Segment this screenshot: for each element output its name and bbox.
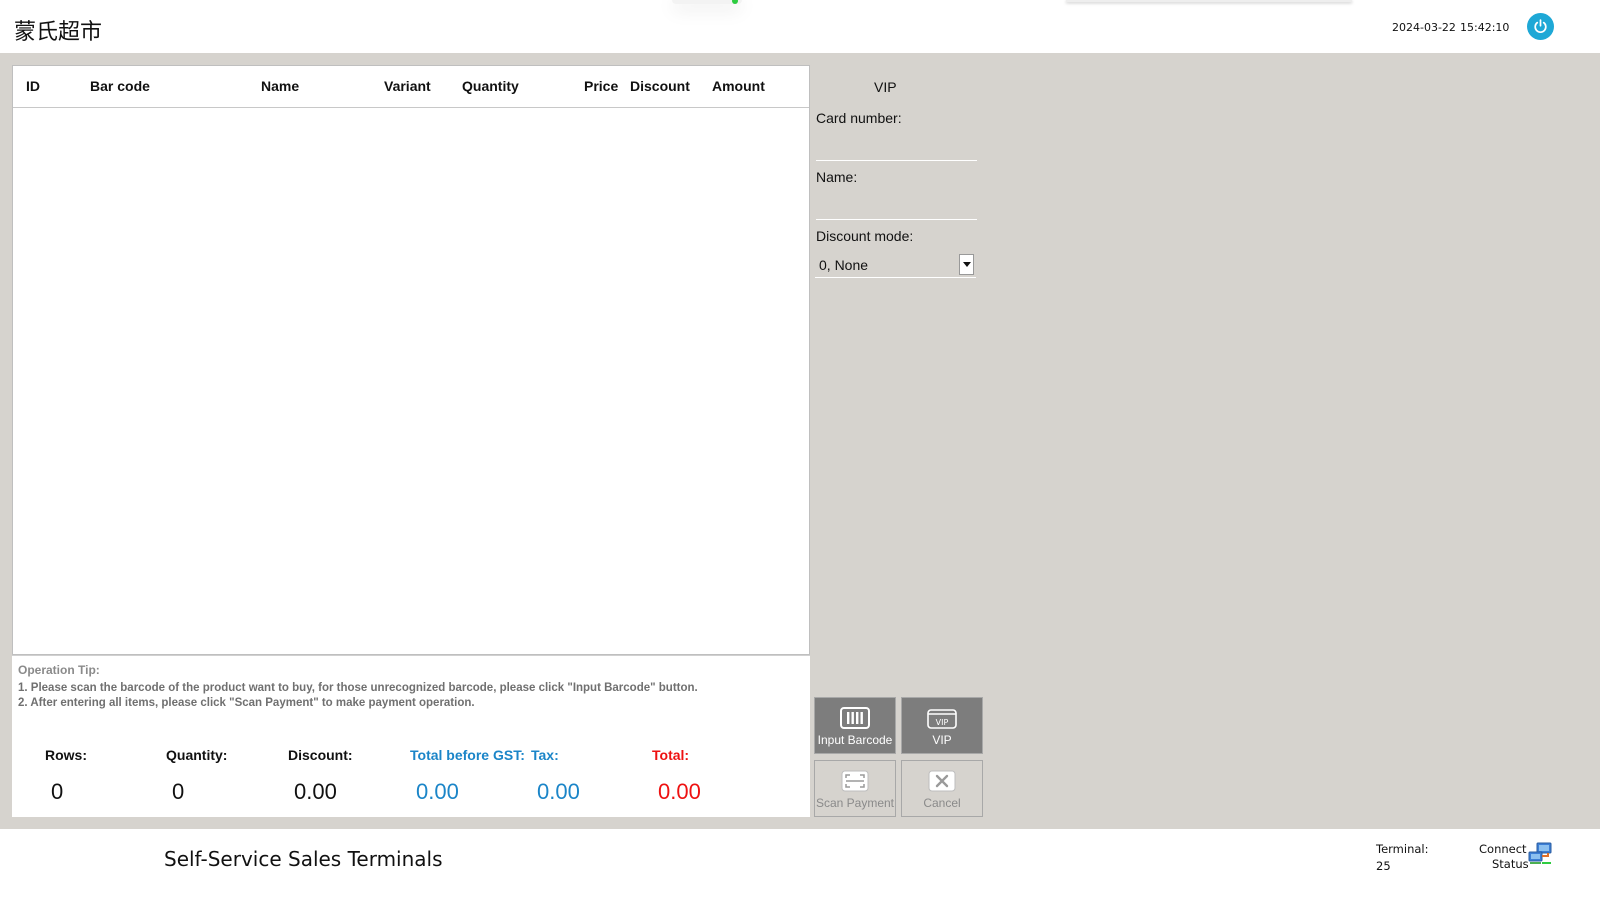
header-bar: 蒙氏超市 2024-03-22 15:42:10 [0, 0, 1600, 53]
total-value: 0.00 [658, 779, 701, 804]
discount-mode-value: 0, None [819, 257, 869, 273]
quantity-value: 0 [172, 779, 185, 804]
cancel-button[interactable]: Cancel [901, 760, 983, 817]
vip-button[interactable]: VIP VIP [901, 697, 983, 754]
total-before-gst-label: Total before GST: [410, 747, 525, 763]
connect-label: Connect [1479, 842, 1527, 856]
vip-name-field[interactable] [816, 219, 977, 220]
terminal-label: Terminal: [1376, 842, 1429, 856]
column-price[interactable]: Price [584, 78, 618, 94]
input-barcode-label: Input Barcode [817, 733, 893, 747]
card-number-label: Card number: [816, 110, 902, 126]
column-name[interactable]: Name [261, 78, 299, 94]
discount-mode-select[interactable]: 0, None [815, 252, 976, 278]
scan-payment-button[interactable]: Scan Payment [814, 760, 896, 817]
discount-mode-label: Discount mode: [816, 228, 914, 244]
summary-panel: Operation Tip: 1. Please scan the barcod… [12, 655, 810, 817]
current-date: 2024-03-22 [1392, 21, 1456, 34]
barcode-icon [840, 707, 870, 729]
operation-tip-title: Operation Tip: [18, 663, 100, 677]
floating-indicator [672, 0, 742, 4]
footer-title: Self-Service Sales Terminals [164, 847, 443, 871]
vip-name-label: Name: [816, 169, 858, 185]
discount-label: Discount: [288, 747, 353, 763]
power-button[interactable] [1527, 13, 1554, 40]
dropdown-arrow-button[interactable] [959, 254, 974, 275]
table-body[interactable] [13, 109, 809, 654]
column-discount[interactable]: Discount [630, 78, 690, 94]
product-table: ID Bar code Name Variant Quantity Price … [12, 65, 810, 655]
footer-bar: Self-Service Sales Terminals Terminal: 2… [0, 829, 1600, 900]
current-time: 15:42:10 [1460, 21, 1510, 34]
status-label: Status [1492, 857, 1529, 871]
column-quantity[interactable]: Quantity [462, 78, 519, 94]
status-dot [732, 0, 738, 4]
tax-label: Tax: [531, 747, 559, 763]
quantity-label: Quantity: [166, 747, 228, 763]
power-icon [1534, 19, 1547, 34]
column-id[interactable]: ID [26, 78, 40, 94]
cancel-label: Cancel [923, 796, 961, 810]
vip-panel-title: VIP [874, 79, 897, 95]
discount-value: 0.00 [294, 779, 337, 804]
input-barcode-button[interactable]: Input Barcode [814, 697, 896, 754]
chevron-down-icon [962, 261, 971, 267]
operation-tip-line-1: 1. Please scan the barcode of the produc… [18, 682, 698, 694]
table-header: ID Bar code Name Variant Quantity Price … [13, 66, 809, 108]
tax-value: 0.00 [537, 779, 580, 804]
vip-button-label: VIP [932, 733, 952, 747]
vip-card-icon: VIP [927, 709, 957, 729]
store-name: 蒙氏超市 [14, 20, 103, 45]
floating-bar [1066, 0, 1352, 2]
operation-tip-line-2: 2. After entering all items, please clic… [18, 697, 475, 709]
total-before-gst-value: 0.00 [416, 779, 459, 804]
svg-text:VIP: VIP [936, 718, 949, 727]
column-barcode[interactable]: Bar code [90, 78, 150, 94]
rows-label: Rows: [45, 747, 87, 763]
column-amount[interactable]: Amount [712, 78, 765, 94]
total-label: Total: [652, 747, 690, 763]
column-variant[interactable]: Variant [384, 78, 431, 94]
close-icon [928, 770, 956, 792]
network-status-icon [1528, 842, 1552, 864]
scan-icon [841, 770, 869, 792]
card-number-field[interactable] [816, 160, 977, 161]
scan-payment-label: Scan Payment [815, 796, 895, 810]
rows-value: 0 [51, 779, 64, 804]
terminal-value: 25 [1376, 859, 1391, 873]
